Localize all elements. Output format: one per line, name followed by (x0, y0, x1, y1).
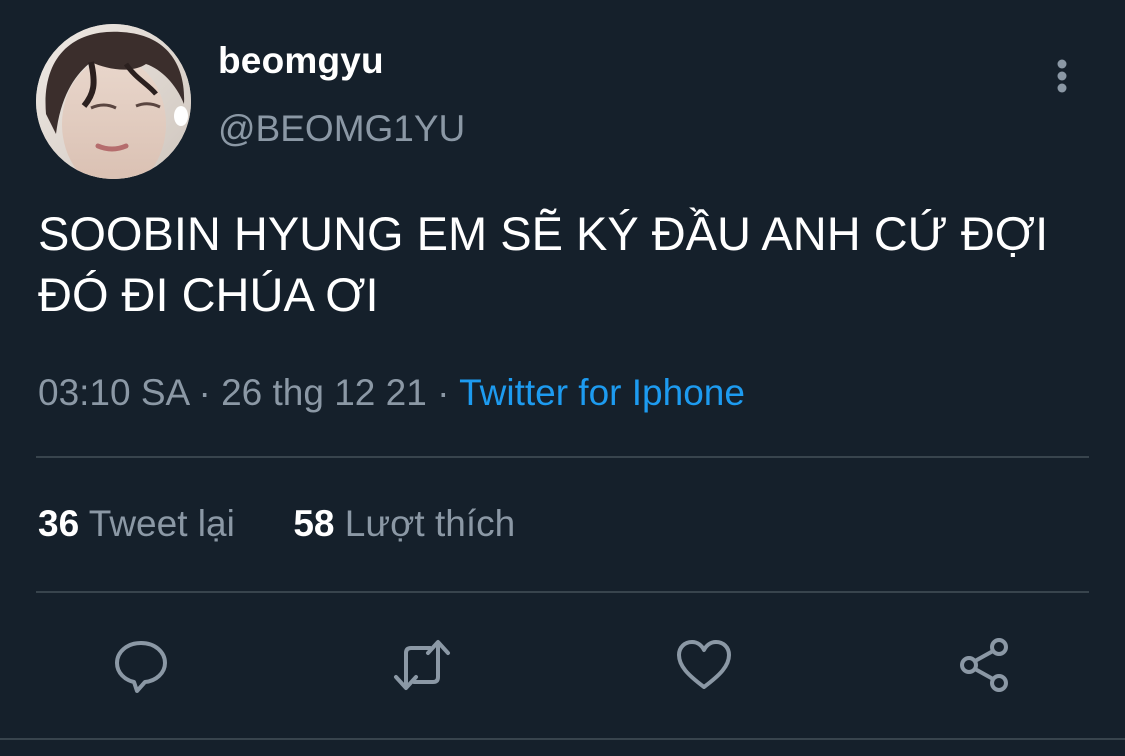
tweet-detail: beomgyu @BEOMG1YU SOOBIN HYUNG EM SẼ KÝ … (0, 0, 1125, 756)
reply-button[interactable] (109, 633, 173, 697)
likes-stat[interactable]: 58 Lượt thích (293, 503, 515, 544)
tweet-text: SOOBIN HYUNG EM SẼ KÝ ĐẦU ANH CỨ ĐỢI ĐÓ … (38, 207, 1049, 321)
more-options-icon[interactable] (1050, 56, 1074, 96)
tweet-date[interactable]: 26 thg 12 21 (221, 372, 427, 413)
retweet-button[interactable] (390, 633, 454, 697)
user-handle[interactable]: @BEOMG1YU (218, 108, 465, 150)
divider (36, 591, 1089, 593)
retweets-count: 36 (38, 503, 80, 544)
like-button[interactable] (672, 633, 736, 697)
meta-separator: · (437, 372, 450, 413)
meta-separator: · (198, 372, 211, 413)
share-button[interactable] (953, 633, 1017, 697)
likes-label: Lượt thích (344, 503, 516, 544)
avatar[interactable] (36, 24, 191, 179)
retweets-label: Tweet lại (88, 503, 235, 544)
tweet-source-link[interactable]: Twitter for Iphone (459, 372, 745, 413)
divider (36, 456, 1089, 458)
retweets-stat[interactable]: 36 Tweet lại (38, 503, 245, 544)
display-name[interactable]: beomgyu (218, 40, 384, 82)
avatar-image (36, 24, 191, 179)
like-icon (677, 640, 731, 689)
tweet-stats: 36 Tweet lại 58 Lượt thích (38, 503, 515, 545)
reply-icon (115, 641, 167, 693)
share-icon (960, 638, 1008, 692)
divider (0, 738, 1125, 740)
retweet-icon (394, 640, 450, 690)
tweet-time: 03:10 SA (38, 372, 189, 413)
tweet-meta: 03:10 SA · 26 thg 12 21 · Twitter for Ip… (38, 372, 745, 414)
likes-count: 58 (293, 503, 335, 544)
